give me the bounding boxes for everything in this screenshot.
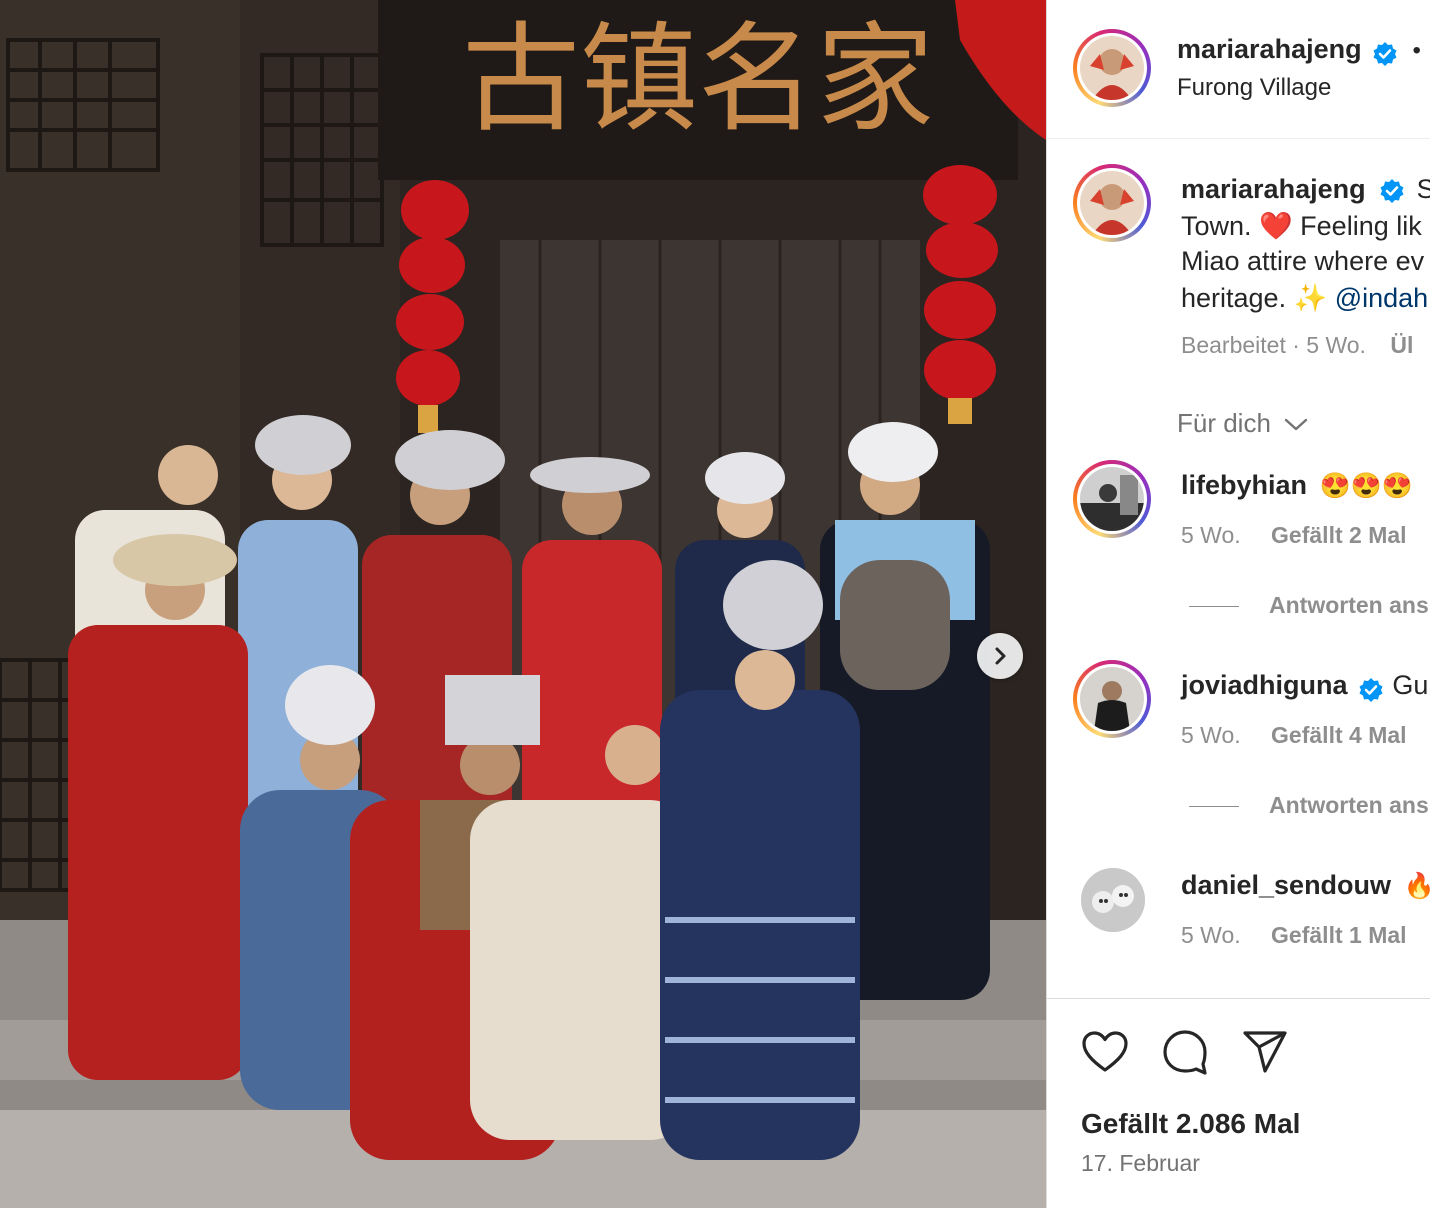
comment-likes[interactable]: Gefällt 2 Mal	[1271, 522, 1406, 548]
comment-username[interactable]: joviadhiguna	[1181, 670, 1348, 700]
comment-3-meta: 5 Wo. Gefällt 1 Mal	[1181, 922, 1407, 949]
group-photo-image: 古镇名家	[0, 0, 1046, 1208]
see-translation-link[interactable]: Ül	[1390, 332, 1413, 358]
post-author-username[interactable]: mariarahajeng	[1177, 34, 1362, 64]
caption-line-2: Town. ❤️ Feeling lik	[1181, 210, 1422, 242]
header-dot: •	[1412, 37, 1421, 64]
comment-1: lifebyhian 😍😍😍	[1181, 470, 1413, 501]
avatar-image	[1081, 868, 1145, 932]
chevron-right-icon	[995, 647, 1006, 665]
caption-edited-time: Bearbeitet · 5 Wo.	[1181, 332, 1366, 358]
paper-plane-icon	[1243, 1031, 1287, 1073]
avatar-image	[1080, 36, 1144, 100]
comment-text: 😍😍😍	[1319, 472, 1413, 500]
chevron-down-icon	[1284, 418, 1308, 431]
post-header-user: mariarahajeng •	[1177, 34, 1421, 67]
avatar-image	[1080, 171, 1144, 235]
caption-text-start: S	[1417, 174, 1430, 204]
share-button[interactable]	[1241, 1028, 1289, 1081]
caption-line-1: mariarahajeng S	[1181, 174, 1430, 205]
actions-divider	[1047, 998, 1430, 999]
replies-line	[1189, 806, 1239, 807]
caption-mention-link[interactable]: @indah	[1327, 283, 1428, 313]
comment-text: Gu	[1392, 670, 1429, 700]
caption-username[interactable]: mariarahajeng	[1181, 174, 1366, 204]
heart-icon	[1082, 1031, 1128, 1072]
verified-badge-icon	[1373, 41, 1397, 66]
heart-emoji: ❤️	[1259, 211, 1293, 241]
comment-3: daniel_sendouw 🔥	[1181, 870, 1430, 901]
comment-button[interactable]	[1161, 1028, 1209, 1081]
comment-avatar[interactable]	[1073, 660, 1151, 738]
post-date[interactable]: 17. Februar	[1081, 1150, 1200, 1177]
view-replies-button[interactable]: Antworten ans	[1269, 792, 1429, 819]
comment-2-meta: 5 Wo. Gefällt 4 Mal	[1181, 722, 1407, 749]
comment-time: 5 Wo.	[1181, 522, 1241, 548]
comment-username[interactable]: lifebyhian	[1181, 470, 1307, 500]
verified-badge-icon	[1359, 677, 1383, 702]
sign-text: 古镇名家	[462, 10, 934, 148]
replies-line	[1189, 606, 1239, 607]
comment-time: 5 Wo.	[1181, 922, 1241, 948]
post-side-panel: mariarahajeng • Furong Village mariaraha…	[1046, 0, 1430, 1208]
comment-2: joviadhiguna Gu	[1181, 670, 1428, 703]
comment-likes[interactable]: Gefällt 4 Mal	[1271, 722, 1406, 748]
comment-text: 🔥	[1404, 872, 1430, 900]
likes-count[interactable]: Gefällt 2.086 Mal	[1081, 1108, 1300, 1140]
comment-time: 5 Wo.	[1181, 722, 1241, 748]
caption-text: Town.	[1181, 211, 1260, 241]
caption-text: Feeling lik	[1292, 211, 1422, 241]
avatar-image	[1080, 467, 1144, 531]
comment-avatar[interactable]	[1081, 868, 1145, 932]
caption-meta: Bearbeitet · 5 Wo. Ül	[1181, 332, 1413, 359]
post-author-avatar[interactable]	[1073, 29, 1151, 107]
comment-sort-dropdown[interactable]: Für dich	[1177, 408, 1308, 439]
view-replies-button[interactable]: Antworten ans	[1269, 592, 1429, 619]
caption-author-avatar[interactable]	[1073, 164, 1151, 242]
comment-icon	[1163, 1030, 1207, 1075]
like-button[interactable]	[1081, 1030, 1129, 1079]
comment-username[interactable]: daniel_sendouw	[1181, 870, 1391, 900]
comment-likes[interactable]: Gefällt 1 Mal	[1271, 922, 1406, 948]
comment-avatar[interactable]	[1073, 460, 1151, 538]
sparkles-emoji: ✨	[1293, 283, 1328, 313]
verified-badge-icon	[1380, 178, 1404, 203]
comment-1-meta: 5 Wo. Gefällt 2 Mal	[1181, 522, 1407, 549]
post-location[interactable]: Furong Village	[1177, 74, 1331, 102]
caption-line-4: heritage. ✨ @indah	[1181, 282, 1428, 314]
next-photo-button[interactable]	[977, 633, 1023, 679]
caption-text: heritage.	[1181, 283, 1294, 313]
avatar-image	[1080, 667, 1144, 731]
post-photo[interactable]: 古镇名家	[0, 0, 1046, 1208]
caption-line-3: Miao attire where ev	[1181, 246, 1425, 276]
header-divider	[1047, 138, 1430, 139]
sort-label: Für dich	[1177, 408, 1271, 438]
